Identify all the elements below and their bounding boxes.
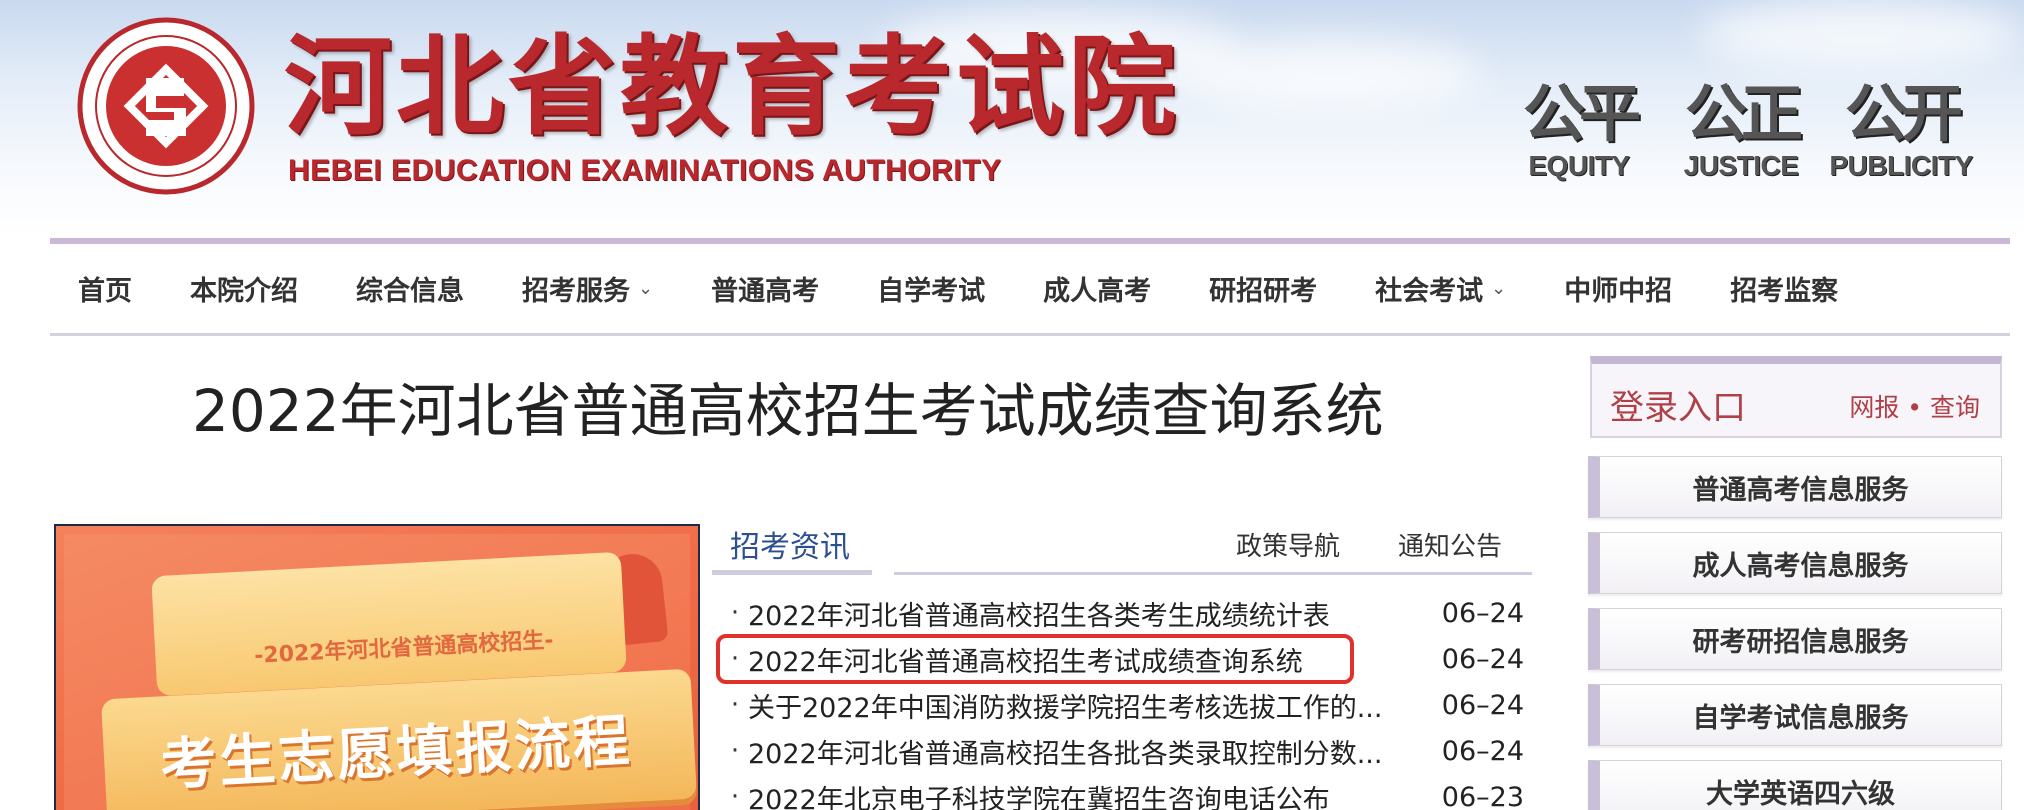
- bullet-icon: ·: [730, 782, 740, 810]
- nav-item-label: 普通高考: [711, 276, 820, 307]
- nav-item-label: 首页: [78, 276, 132, 307]
- nav-item-social-exam[interactable]: 社会考试 ⌄: [1375, 269, 1506, 308]
- highlight-annotation: [716, 634, 1354, 684]
- motto-justice: 公正 JUSTICE: [1666, 78, 1816, 182]
- scroll-top-decoration: [151, 551, 627, 697]
- site-title-cn[interactable]: 河北省教育考试院: [284, 28, 1180, 148]
- news-list: · 2022年河北省普通高校招生各类考生成绩统计表 06–24 · 2022年河…: [722, 590, 1532, 810]
- motto-justice-cn: 公正: [1684, 77, 1803, 150]
- cet-button[interactable]: 大学英语四六级: [1588, 760, 2002, 810]
- bullet-icon: ·: [730, 736, 740, 766]
- news-item[interactable]: · 2022年北京电子科技学院在冀招生咨询电话公布 06–23: [722, 774, 1532, 810]
- banner-background: -2022年河北省普通高校招生- 考生志愿填报流程: [64, 534, 697, 810]
- authority-seal-logo[interactable]: [76, 16, 256, 196]
- news-item-date: 06–24: [1441, 597, 1524, 629]
- nav-item-label: 综合信息: [356, 276, 464, 307]
- nav-item-label: 研招研考: [1209, 276, 1318, 307]
- motto-equity-en: EQUITY: [1528, 150, 1630, 181]
- news-item-title[interactable]: 2022年北京电子科技学院在冀招生咨询电话公布: [748, 778, 1428, 810]
- promo-banner[interactable]: -2022年河北省普通高校招生- 考生志愿填报流程: [54, 524, 700, 810]
- tab-exam-news[interactable]: 招考资讯: [730, 522, 850, 566]
- nav-item-label: 成人高考: [1043, 276, 1152, 307]
- motto-equity-cn: 公平: [1522, 77, 1641, 150]
- news-item-date: 06–24: [1441, 735, 1524, 767]
- bullet-icon: ·: [730, 598, 740, 628]
- news-item-date: 06–23: [1441, 781, 1524, 810]
- login-entry-panel: 登录入口 网报 • 查询: [1590, 356, 2002, 438]
- nav-item-label: 社会考试: [1375, 276, 1484, 307]
- news-item[interactable]: · 关于2022年中国消防救援学院招生考核选拔工作的... 06–24: [722, 682, 1532, 728]
- nav-item-home[interactable]: 首页: [78, 269, 132, 308]
- nav-item-secondary[interactable]: 中师中招: [1564, 269, 1672, 308]
- site-title-en: HEBEI EDUCATION EXAMINATIONS AUTHORITY: [288, 154, 1002, 187]
- chevron-down-icon: ⌄: [1491, 278, 1507, 299]
- graduate-info-service-button[interactable]: 研考研招信息服务: [1588, 608, 2002, 670]
- nav-item-label: 招考监察: [1730, 276, 1839, 307]
- nav-item-general-info[interactable]: 综合信息: [356, 269, 464, 308]
- motto-publicity-en: PUBLICITY: [1829, 150, 1973, 181]
- nav-item-label: 自学考试: [877, 276, 986, 307]
- site-header: 河北省教育考试院 HEBEI EDUCATION EXAMINATIONS AU…: [0, 0, 2024, 238]
- news-item-date: 06–24: [1441, 689, 1524, 721]
- nav-item-self-study[interactable]: 自学考试: [877, 269, 985, 308]
- nav-item-supervision[interactable]: 招考监察: [1730, 269, 1838, 308]
- tab-policy-guide[interactable]: 政策导航: [1236, 526, 1340, 563]
- bullet-icon: ·: [730, 690, 740, 720]
- news-item-title[interactable]: 2022年河北省普通高校招生各批各类录取控制分数...: [748, 732, 1428, 771]
- news-item[interactable]: · 2022年河北省普通高校招生各批各类录取控制分数... 06–24: [722, 728, 1532, 774]
- nav-item-exam-services[interactable]: 招考服务 ⌄: [522, 269, 653, 308]
- motto-publicity-cn: 公开: [1844, 77, 1963, 150]
- gaokao-info-service-button[interactable]: 普通高考信息服务: [1588, 456, 2002, 518]
- nav-item-about[interactable]: 本院介绍: [190, 269, 298, 308]
- news-item-date: 06–24: [1441, 643, 1524, 675]
- news-item-title[interactable]: 关于2022年中国消防救援学院招生考核选拔工作的...: [748, 686, 1428, 725]
- nav-item-label: 招考服务: [522, 276, 630, 307]
- motto-justice-en: JUSTICE: [1683, 150, 1799, 181]
- nav-item-adult-exam[interactable]: 成人高考: [1043, 269, 1151, 308]
- news-tabs: 招考资讯 政策导航 通知公告: [712, 516, 1532, 576]
- login-links[interactable]: 网报 • 查询: [1849, 388, 1980, 424]
- main-nav: 首页 本院介绍 综合信息 招考服务 ⌄ 普通高考 自学考试 成人高考 研招研考 社…: [50, 244, 2010, 336]
- active-tab-underline: [712, 570, 872, 575]
- nav-item-graduate[interactable]: 研招研考: [1209, 269, 1317, 308]
- tab-notices[interactable]: 通知公告: [1398, 526, 1502, 563]
- tabs-divider: [894, 572, 1532, 575]
- page-title: 2022年河北省普通高校招生考试成绩查询系统: [192, 377, 1384, 445]
- nav-item-label: 中师中招: [1564, 276, 1673, 307]
- self-study-info-service-button[interactable]: 自学考试信息服务: [1588, 684, 2002, 746]
- motto-publicity: 公开 PUBLICITY: [1826, 78, 1976, 182]
- nav-item-gaokao[interactable]: 普通高考: [711, 269, 819, 308]
- login-title: 登录入口: [1610, 388, 1746, 428]
- news-item[interactable]: · 2022年河北省普通高校招生各类考生成绩统计表 06–24: [722, 590, 1532, 636]
- news-item-title[interactable]: 2022年河北省普通高校招生各类考生成绩统计表: [748, 594, 1428, 633]
- chevron-down-icon: ⌄: [638, 278, 654, 299]
- motto-equity: 公平 EQUITY: [1504, 78, 1654, 182]
- nav-item-label: 本院介绍: [190, 276, 298, 307]
- adult-exam-info-service-button[interactable]: 成人高考信息服务: [1588, 532, 2002, 594]
